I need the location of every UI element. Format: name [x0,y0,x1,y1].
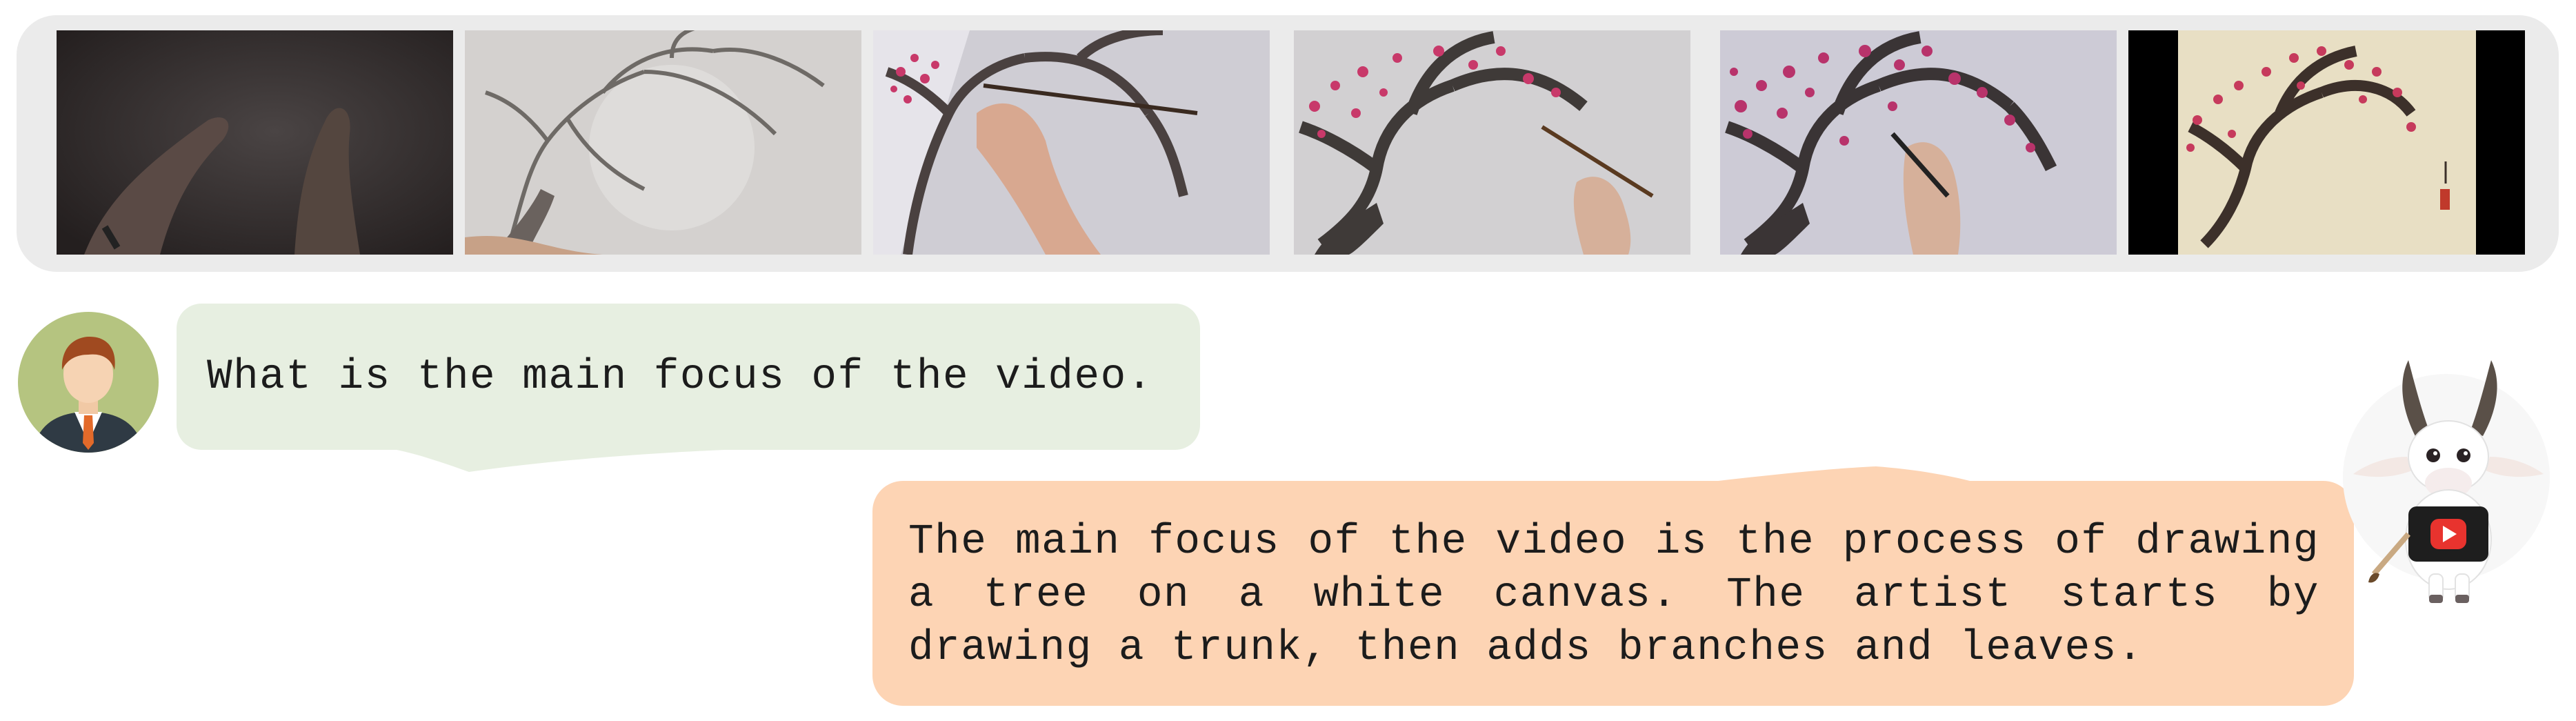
video-frame-5 [1720,30,2117,255]
video-frame-6 [2128,30,2525,255]
user-message-text: What is the main focus of the video. [207,353,1153,401]
assistant-message-text: The main focus of the video is the proce… [908,518,2319,672]
video-frame-3 [873,30,1270,255]
video-frame-1 [57,30,453,255]
user-message-bubble: What is the main focus of the video. [177,304,1200,450]
user-bubble-tail [379,442,793,472]
goat-mascot-icon [2333,353,2560,610]
video-filmstrip [17,15,2559,272]
assistant-message-bubble: The main focus of the video is the proce… [872,481,2354,706]
businessman-avatar-icon [18,312,159,453]
play-icon [2430,519,2466,549]
video-frame-4 [1294,30,1690,255]
video-frame-2 [465,30,861,255]
